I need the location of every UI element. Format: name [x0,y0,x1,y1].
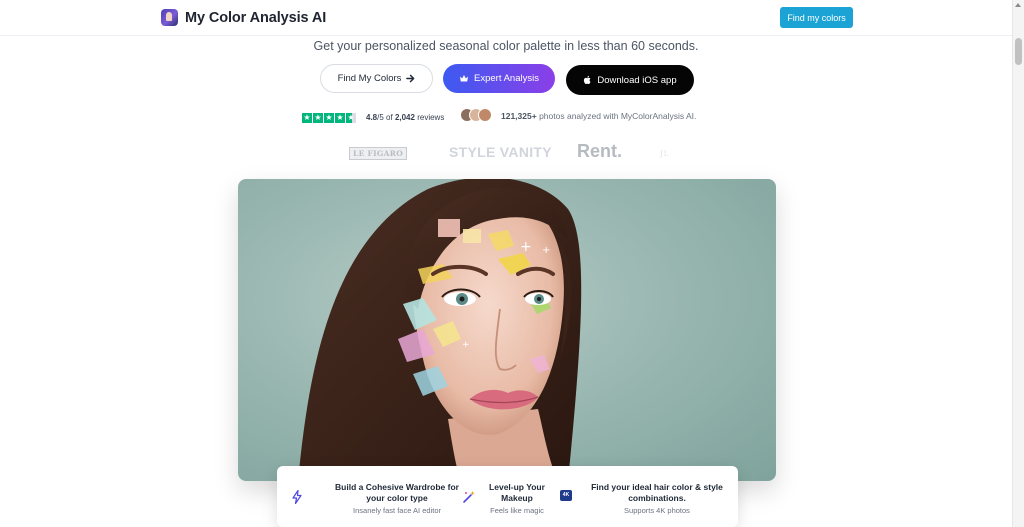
feature-hair-title-line2: combinations. [628,493,686,503]
features-card: Build a Cohesive Wardrobe for your color … [277,466,738,527]
photos-label: photos analyzed with MyColorAnalysis AI. [539,111,697,121]
expert-analysis-button[interactable]: Expert Analysis [443,64,555,93]
rating-reviews-label: reviews [417,113,445,122]
feature-makeup-title-line2: Makeup [501,493,533,503]
scroll-up-arrow-icon[interactable] [1015,3,1021,7]
hero-portrait-image: + + + [238,179,776,481]
user-avatars [460,108,492,122]
find-my-colors-nav-button[interactable]: Find my colors [780,7,853,28]
rating-of: /5 of [377,113,393,122]
rating-count: 2,042 [394,113,415,122]
rating-text: 4.8/5 of 2,042 reviews [366,113,444,122]
le-figaro-logo: LE FIGARO [349,147,408,160]
4k-badge-icon: 4K [560,490,572,501]
hero-subtitle: Get your personalized seasonal color pal… [313,39,699,53]
trustpilot-rating[interactable]: 4.8/5 of 2,042 reviews [302,110,444,125]
feature-makeup-title: Level-up Your Makeup [477,482,557,504]
rating-score: 4.8 [366,113,378,122]
crown-icon [460,75,469,82]
svg-text:+: + [520,239,532,255]
portrait-illustration: + + + [298,179,582,481]
feature-hair: Find your ideal hair color & style combin… [577,482,737,515]
lightning-icon [292,490,302,504]
feature-makeup-sub: Feels like magic [490,506,544,515]
brand-logo-icon [161,9,178,26]
feature-wardrobe: Build a Cohesive Wardrobe for your color … [317,482,477,515]
expert-analysis-label: Expert Analysis [474,73,539,84]
download-ios-app-button[interactable]: Download iOS app [566,65,694,95]
photos-analyzed-text: 121,325+ photos analyzed with MyColorAna… [501,111,696,121]
feature-wardrobe-title-line1: Build a Cohesive Wardrobe for [335,482,459,492]
feature-hair-title-line1: Find your ideal hair color & style [591,482,723,492]
jl-logo: JL [660,145,669,160]
trustpilot-stars-icon [302,112,356,123]
photos-count: 121,325+ [501,111,537,121]
magic-wand-icon [463,491,475,503]
brand-name: My Color Analysis AI [185,9,327,26]
rent-logo: Rent. [577,141,622,161]
feature-wardrobe-title-line2: your color type [366,493,428,503]
svg-text:+: + [462,340,470,350]
feature-makeup: Level-up Your Makeup Feels like magic [477,482,557,515]
feature-hair-sub: Supports 4K photos [624,506,690,515]
style-vanity-logo: STYLE VANITY [449,144,552,160]
arrow-right-icon [406,74,415,83]
feature-wardrobe-title: Build a Cohesive Wardrobe for your color … [317,482,477,504]
feature-hair-title: Find your ideal hair color & style combin… [577,482,737,504]
feature-makeup-title-line1: Level-up Your [489,482,545,492]
feature-wardrobe-sub: Insanely fast face AI editor [353,506,441,515]
scrollbar[interactable] [1012,0,1024,527]
find-my-colors-button[interactable]: Find My Colors [320,64,433,93]
brand[interactable]: My Color Analysis AI [161,9,326,26]
top-nav-bar: My Color Analysis AI Find my colors [0,0,1012,36]
apple-icon [584,75,591,85]
avatar [478,108,492,122]
scrollbar-thumb[interactable] [1015,38,1022,65]
jl-logo-text: JL [660,150,670,158]
find-my-colors-label: Find My Colors [337,73,402,84]
svg-text:+: + [542,245,550,256]
download-ios-app-label: Download iOS app [597,74,677,86]
